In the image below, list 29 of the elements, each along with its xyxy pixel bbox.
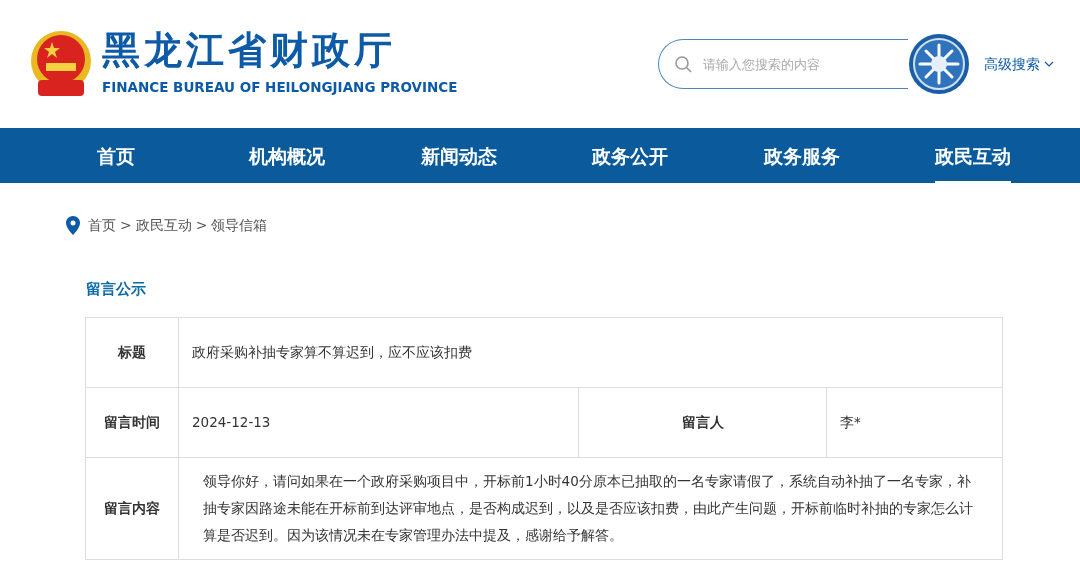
field-label: 标题 — [86, 317, 179, 387]
location-pin-icon — [66, 216, 80, 235]
nav-tab[interactable]: 政务公开 — [544, 128, 716, 183]
field-label: 留言时间 — [86, 387, 179, 457]
advanced-search-link[interactable]: 高级搜索 — [978, 52, 1060, 76]
message-text: 领导你好，请问如果在一个政府采购项目中，开标前1小时40分原本已抽取的一名专家请假了，系统自动补抽了一名专家，补抽专家因路途未能在开标前到达评审地点，是否构成迟到，以及是否应该扣费，由此产生问题，开标前临时补抽的专家怎么计算是否迟到。因为该情况未在专家管理办法中提及，感谢给予解答。 — [202, 471, 974, 545]
field-value: 李* — [839, 412, 862, 432]
site-title: 黑龙江省财政厅 — [102, 30, 397, 69]
breadcrumb-separator: > — [195, 216, 208, 235]
field-value: 政府采购补抽专家算不算迟到，应不应该扣费 — [191, 342, 473, 362]
section-title: 留言公示 — [85, 279, 147, 300]
search-icon — [674, 55, 692, 73]
chevron-down-icon — [1044, 61, 1054, 67]
breadcrumb-link[interactable]: 政民互动 — [135, 215, 192, 236]
site-subtitle: FINANCE BUREAU OF HEILONGJIANG PROVINCE — [102, 77, 458, 97]
nav-tab[interactable]: 机构概况 — [201, 128, 373, 183]
field-label: 留言内容 — [86, 457, 179, 559]
nav-tab[interactable]: 首页 — [30, 128, 202, 183]
emblem-icon — [28, 30, 94, 98]
breadcrumb-link[interactable]: 首页 — [88, 215, 116, 236]
breadcrumb-separator: > — [120, 216, 132, 235]
breadcrumb-link[interactable]: 领导信箱 — [211, 215, 268, 236]
snowflake-button[interactable] — [908, 33, 970, 95]
field-value: 2024-12-13 — [179, 387, 579, 457]
field-label: 留言人 — [579, 387, 827, 457]
nav-tab[interactable]: 政务服务 — [716, 128, 888, 183]
search-field[interactable]: 请输入您搜索的内容 — [658, 39, 908, 89]
nav-tab[interactable]: 新闻动态 — [373, 128, 545, 183]
nav-tab[interactable]: 政民互动 — [887, 128, 1059, 183]
